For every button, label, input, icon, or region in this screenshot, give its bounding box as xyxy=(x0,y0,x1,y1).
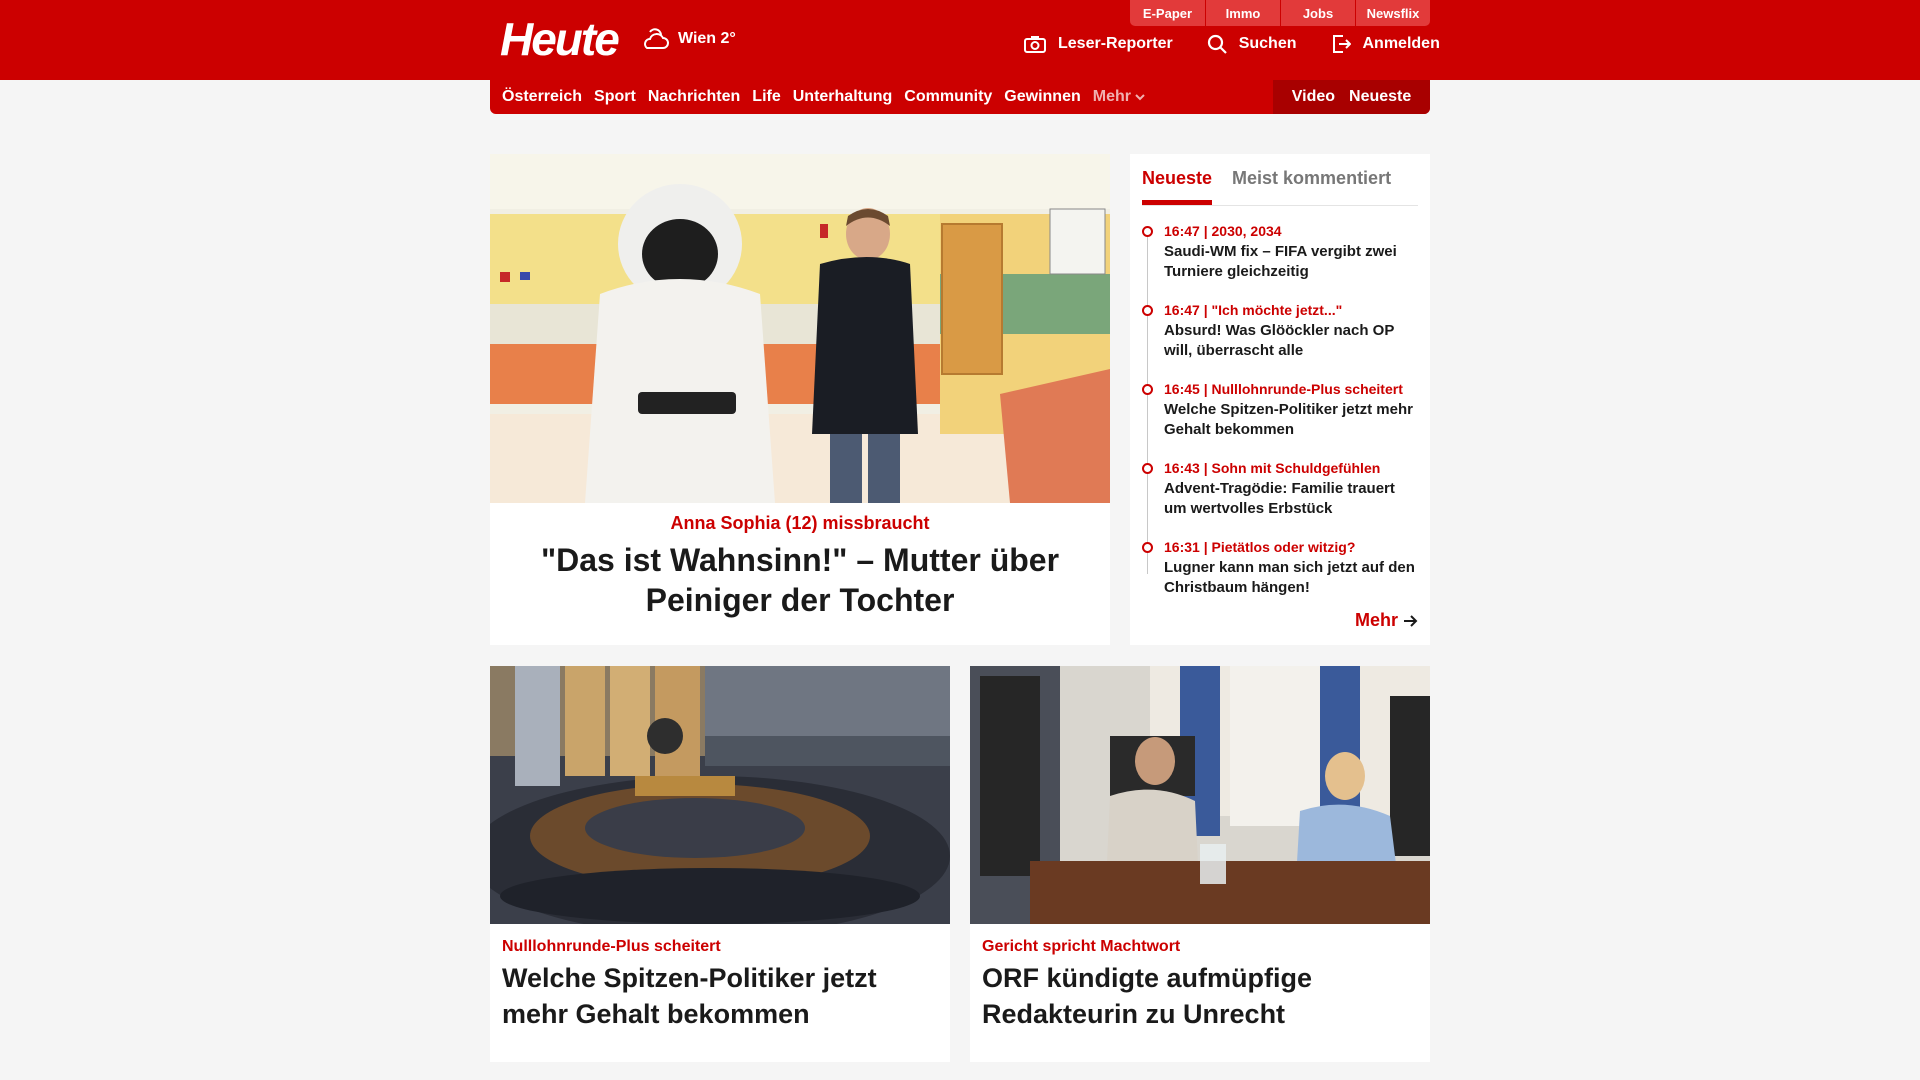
timeline-dot-icon xyxy=(1142,542,1153,553)
login-label: Anmelden xyxy=(1362,35,1440,52)
list-item[interactable]: 16:47 | "Ich möchte jetzt..." Absurd! Wa… xyxy=(1142,301,1418,380)
tab-meist-kommentiert[interactable]: Meist kommentiert xyxy=(1232,162,1391,205)
header-actions: Leser-Reporter Suchen Anmelden xyxy=(1024,34,1440,54)
hero-kicker: Anna Sophia (12) missbraucht xyxy=(670,513,930,533)
nav-more-dropdown[interactable]: Mehr xyxy=(1093,88,1145,106)
weather-text: Wien 2° xyxy=(678,30,736,47)
nav-item-community[interactable]: Community xyxy=(904,88,992,106)
item-meta: 16:45 | Nulllohnrunde-Plus scheitert xyxy=(1164,381,1403,397)
nav-item-gewinnen[interactable]: Gewinnen xyxy=(1004,88,1080,106)
sidebar-tabs: Neueste Meist kommentiert xyxy=(1142,162,1418,206)
top-links: E-Paper Immo Jobs Newsflix xyxy=(1130,0,1430,26)
timeline-dot-icon xyxy=(1142,384,1153,395)
article-kicker: Nulllohnrunde-Plus scheitert xyxy=(502,938,721,955)
item-title[interactable]: Saudi-WM fix – FIFA vergibt zwei Turnier… xyxy=(1164,242,1418,282)
nav-more-label: Mehr xyxy=(1092,88,1131,105)
list-item[interactable]: 16:45 | Nulllohnrunde-Plus scheitert Wel… xyxy=(1142,380,1418,459)
article-title[interactable]: Welche Spitzen-Politiker jetzt mehr Geha… xyxy=(502,960,938,1032)
nav-video[interactable]: Video xyxy=(1292,88,1335,106)
hero-article[interactable]: Anna Sophia (12) missbraucht "Das ist Wa… xyxy=(490,154,1110,645)
article-card-parliament[interactable]: Nulllohnrunde-Plus scheitert Welche Spit… xyxy=(490,666,950,1062)
nav-item-oesterreich[interactable]: Österreich xyxy=(502,88,582,106)
nav-neueste[interactable]: Neueste xyxy=(1349,88,1411,106)
toplink-immo[interactable]: Immo xyxy=(1205,0,1280,26)
list-item[interactable]: 16:47 | 2030, 2034 Saudi-WM fix – FIFA v… xyxy=(1142,222,1418,301)
sidebar-more-label: Mehr xyxy=(1354,610,1398,630)
search-label: Suchen xyxy=(1238,35,1297,52)
item-meta: 16:47 | 2030, 2034 xyxy=(1164,223,1282,239)
toplink-newsflix[interactable]: Newsflix xyxy=(1355,0,1430,26)
article-card-orf[interactable]: Gericht spricht Machtwort ORF kündigte a… xyxy=(970,666,1430,1062)
item-title[interactable]: Absurd! Was Glööckler nach OP will, über… xyxy=(1164,321,1418,361)
login-icon xyxy=(1332,35,1351,53)
article-title[interactable]: ORF kündigte aufmüpfige Redakteurin zu U… xyxy=(982,960,1418,1032)
arrow-right-icon xyxy=(1404,614,1418,627)
leser-reporter-label: Leser-Reporter xyxy=(1058,35,1173,52)
timeline-dot-icon xyxy=(1142,226,1153,237)
cloud-sun-icon xyxy=(644,28,669,49)
toplink-jobs[interactable]: Jobs xyxy=(1280,0,1355,26)
main-nav: Österreich Sport Nachrichten Life Unterh… xyxy=(490,80,1430,114)
list-item[interactable]: 16:31 | Pietätlos oder witzig? Lugner ka… xyxy=(1142,538,1418,617)
leser-reporter-button[interactable]: Leser-Reporter xyxy=(1024,35,1173,53)
article-image[interactable] xyxy=(970,666,1430,924)
toplink-epaper[interactable]: E-Paper xyxy=(1130,0,1205,26)
site-logo[interactable]: Heute xyxy=(500,12,620,66)
tab-neueste[interactable]: Neueste xyxy=(1142,162,1213,205)
item-meta: 16:47 | "Ich möchte jetzt..." xyxy=(1164,302,1343,318)
latest-news-sidebar: Neueste Meist kommentiert 16:47 | 2030, … xyxy=(1130,154,1430,645)
article-image[interactable] xyxy=(490,666,950,924)
camera-icon xyxy=(1024,36,1046,53)
list-item[interactable]: 16:43 | Sohn mit Schuldgefühlen Advent-T… xyxy=(1142,459,1418,538)
hero-image[interactable] xyxy=(490,154,1110,503)
parliament-photo-illustration xyxy=(490,666,950,924)
item-title[interactable]: Advent-Tragödie: Familie trauert um wert… xyxy=(1164,479,1418,519)
nav-item-life[interactable]: Life xyxy=(752,88,780,106)
login-button[interactable]: Anmelden xyxy=(1331,34,1440,54)
item-title[interactable]: Lugner kann man sich jetzt auf den Chris… xyxy=(1164,558,1418,598)
interview-photo-illustration xyxy=(970,666,1430,924)
nav-right-group: Video Neueste xyxy=(1273,80,1430,114)
hero-title[interactable]: "Das ist Wahnsinn!" – Mutter über Peinig… xyxy=(490,540,1110,620)
search-button[interactable]: Suchen xyxy=(1207,34,1297,54)
weather-widget[interactable]: Wien 2° xyxy=(640,26,736,52)
timeline-dot-icon xyxy=(1142,463,1153,474)
item-meta: 16:43 | Sohn mit Schuldgefühlen xyxy=(1164,460,1381,476)
site-header: Heute Wien 2° E-Paper Immo Jobs Newsflix… xyxy=(0,0,1920,80)
chevron-down-icon xyxy=(1135,94,1145,101)
hero-photo-illustration xyxy=(490,154,1110,503)
search-icon xyxy=(1207,34,1227,54)
item-title[interactable]: Welche Spitzen-Politiker jetzt mehr Geha… xyxy=(1164,400,1418,440)
sidebar-more-link[interactable]: Mehr xyxy=(1355,610,1418,631)
news-ticker: 16:47 | 2030, 2034 Saudi-WM fix – FIFA v… xyxy=(1142,222,1418,617)
nav-item-unterhaltung[interactable]: Unterhaltung xyxy=(793,88,893,106)
item-meta: 16:31 | Pietätlos oder witzig? xyxy=(1164,539,1356,555)
nav-item-nachrichten[interactable]: Nachrichten xyxy=(648,88,740,106)
nav-item-sport[interactable]: Sport xyxy=(594,88,636,106)
timeline-dot-icon xyxy=(1142,305,1153,316)
article-kicker: Gericht spricht Machtwort xyxy=(982,938,1181,955)
